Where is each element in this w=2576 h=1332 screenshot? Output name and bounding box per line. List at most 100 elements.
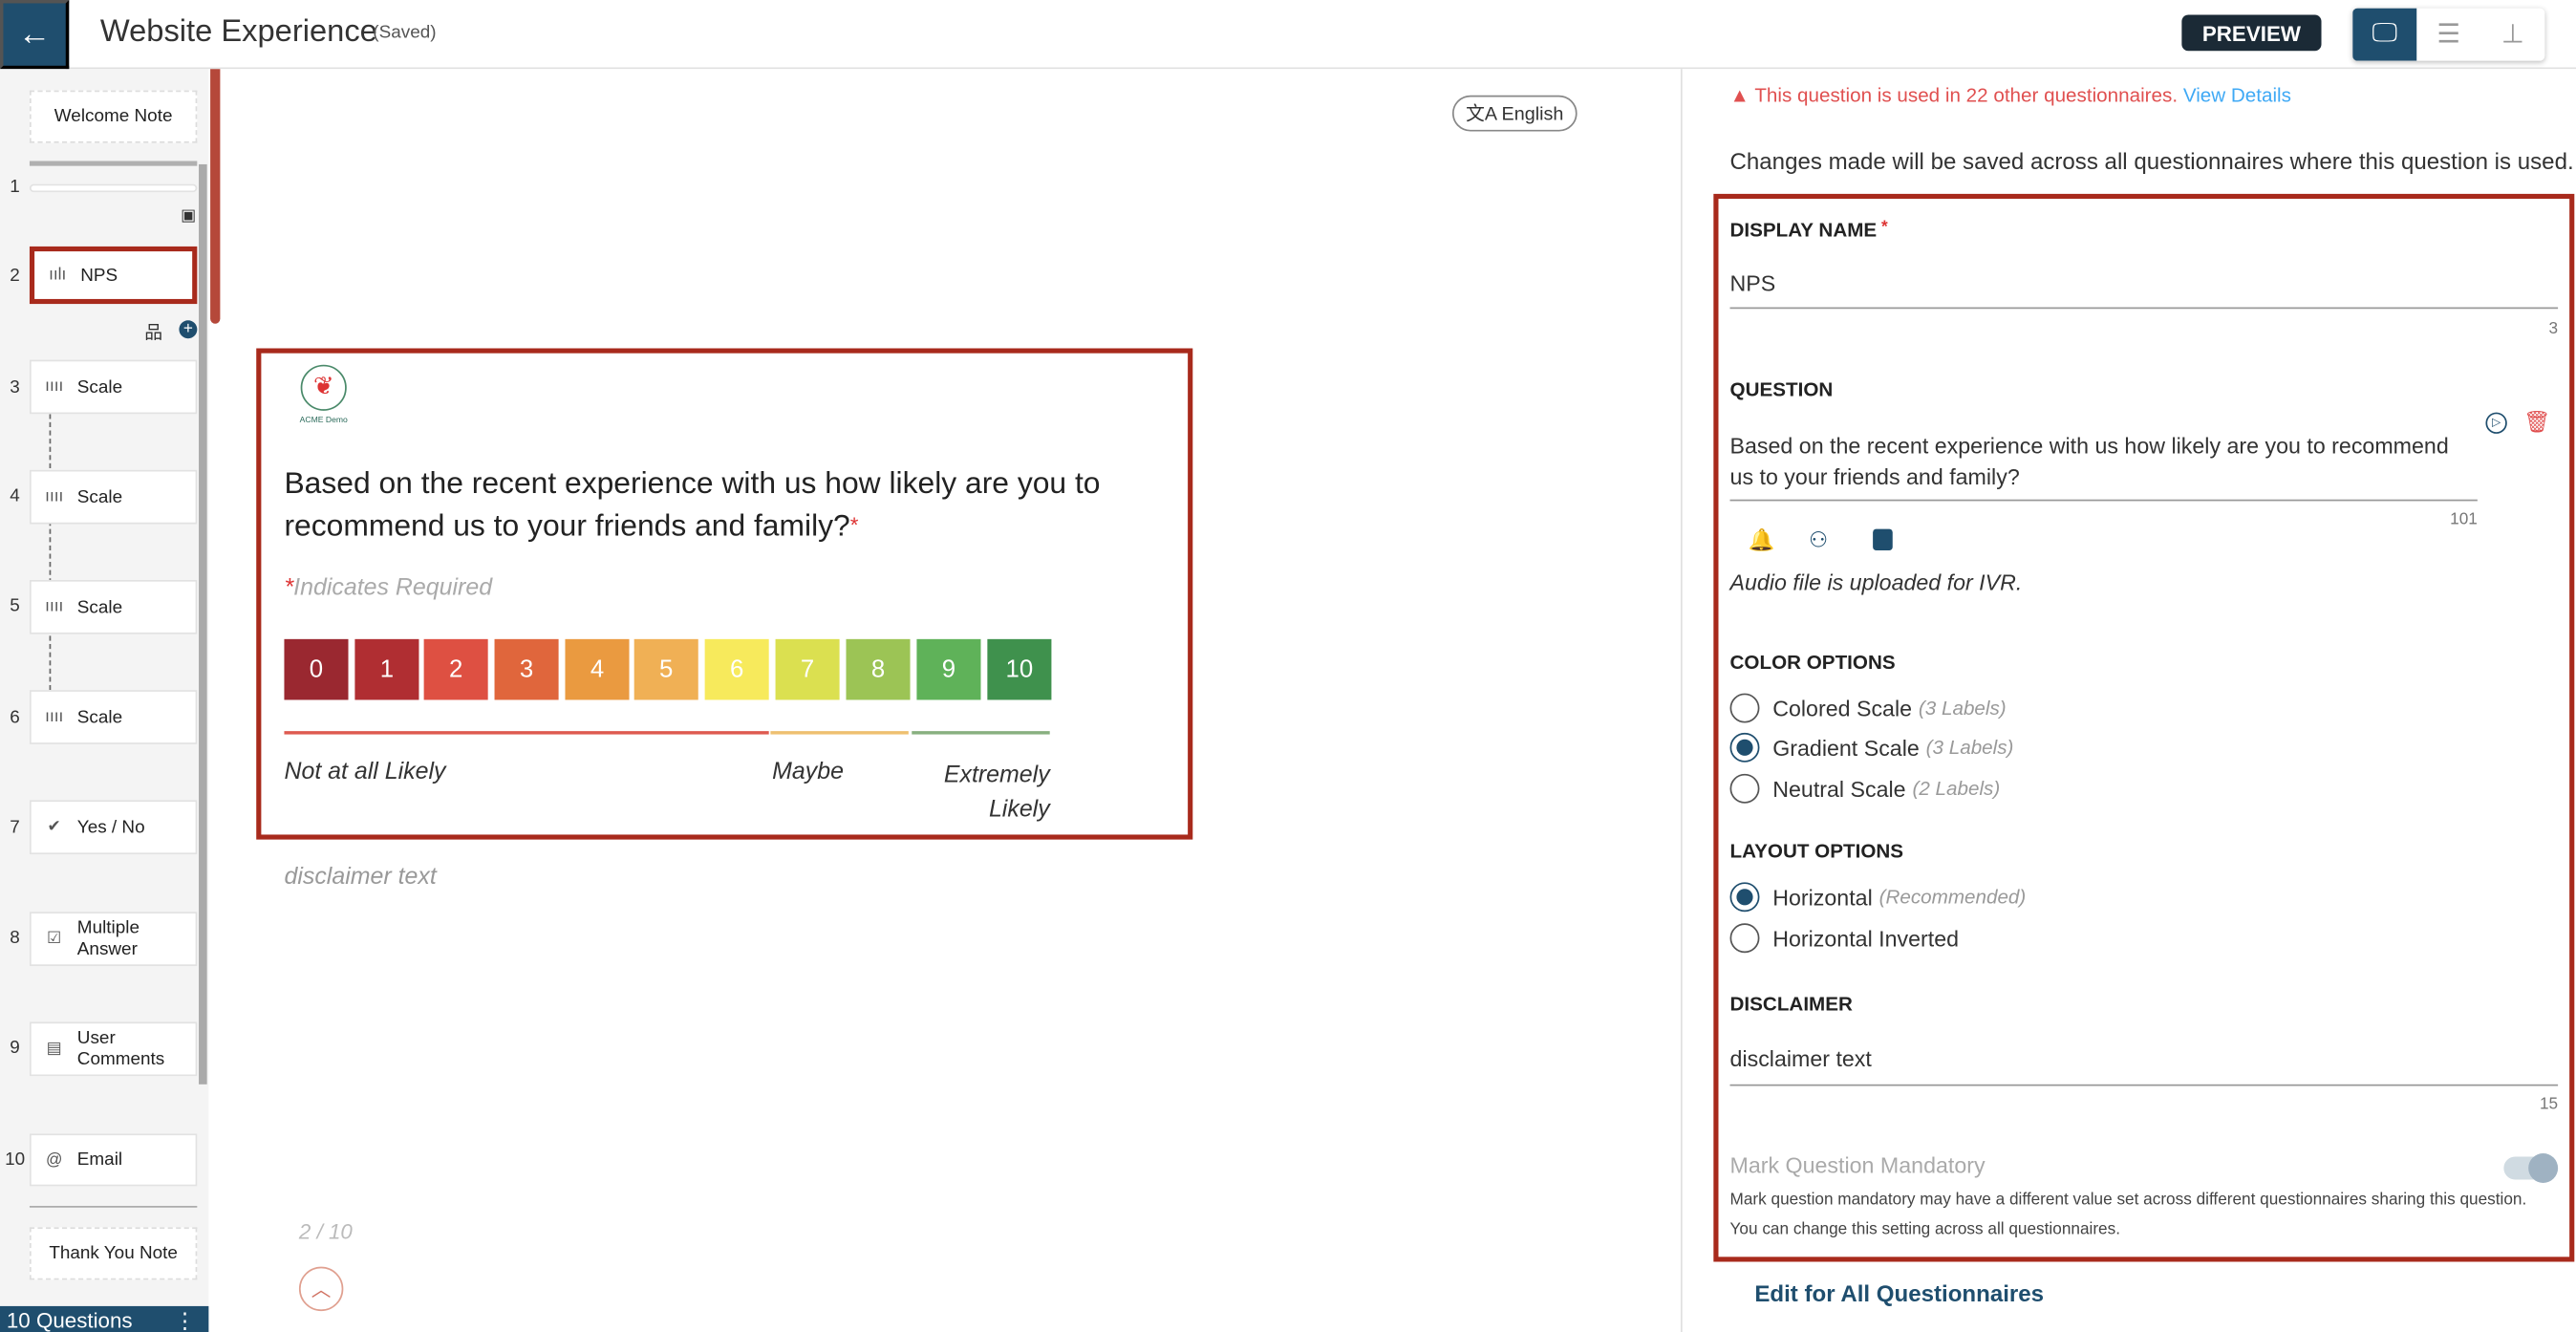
- language-label: English: [1501, 105, 1564, 125]
- scale-option-4[interactable]: 4: [565, 638, 630, 700]
- scale-option-9[interactable]: 9: [916, 638, 981, 700]
- scale-option-6[interactable]: 6: [704, 638, 769, 700]
- mandatory-note: You can change this setting across all q…: [1729, 1220, 2120, 1239]
- mid-label: Maybe: [772, 759, 844, 785]
- radio-colored-scale[interactable]: Colored Scale (3 Labels): [1729, 693, 2007, 723]
- back-button[interactable]: ←: [0, 0, 70, 70]
- branch-icon[interactable]: 品: [144, 319, 162, 346]
- sidebar-scrollbar[interactable]: [199, 163, 207, 1085]
- sidebar-item-scale[interactable]: ıııı Scale: [29, 579, 198, 634]
- scale-option-5[interactable]: 5: [633, 638, 698, 700]
- scale-icon: ıııı: [45, 377, 64, 397]
- mandatory-toggle[interactable]: [2503, 1153, 2559, 1183]
- page-indicator: 2 / 10: [298, 1218, 353, 1244]
- page-title: Website Experience: [99, 14, 377, 50]
- disclaimer-text: disclaimer text: [284, 864, 437, 891]
- scale-option-10[interactable]: 10: [987, 638, 1052, 700]
- radio-icon: [1729, 693, 1760, 723]
- edit-all-questionnaires-button[interactable]: Edit for All Questionnaires: [1754, 1279, 2044, 1306]
- input-underline: [1729, 307, 2559, 310]
- item-label: Scale: [76, 376, 123, 397]
- radio-neutral-scale[interactable]: Neutral Scale (2 Labels): [1729, 773, 2000, 804]
- low-label: Not at all Likely: [284, 759, 446, 785]
- radio-horizontal[interactable]: Horizontal (Recommended): [1729, 882, 2026, 913]
- save-status: (Saved): [373, 23, 437, 43]
- char-count: 3: [2548, 320, 2559, 339]
- item-number: 8: [10, 928, 20, 949]
- view-details-link[interactable]: View Details: [2183, 84, 2291, 107]
- scale-option-1[interactable]: 1: [354, 638, 419, 700]
- mid-range-line: [770, 731, 909, 735]
- sidebar-item-scale[interactable]: ıııı Scale: [29, 469, 198, 525]
- check-badge-icon: ✔: [47, 818, 61, 837]
- language-button[interactable]: 文A English: [1451, 95, 1578, 132]
- play-audio-icon[interactable]: ▷: [2485, 412, 2507, 434]
- mandatory-label: Mark Question Mandatory: [1729, 1153, 1986, 1178]
- audio-note: Audio file is uploaded for IVR.: [1729, 569, 2023, 595]
- list-icon[interactable]: ☰: [2416, 9, 2480, 61]
- disclaimer-input[interactable]: disclaimer text: [1730, 1046, 2559, 1071]
- layout-options-label: LAYOUT OPTIONS: [1729, 839, 1904, 863]
- logo-text: ACME Demo: [299, 416, 348, 426]
- trash-icon[interactable]: 🗑: [2523, 409, 2550, 436]
- sidebar-item-scale[interactable]: ıııı Scale: [29, 690, 198, 744]
- canvas-scrollbar[interactable]: [210, 69, 221, 324]
- arrow-left-icon: ←: [17, 15, 52, 53]
- sidebar-item-email[interactable]: @ Email: [29, 1133, 198, 1187]
- input-underline: [1729, 1084, 2559, 1086]
- sidebar-item-yes-no[interactable]: ✔ Yes / No: [29, 800, 198, 855]
- more-icon[interactable]: ⋮: [174, 1306, 195, 1332]
- scale-option-7[interactable]: 7: [775, 638, 840, 700]
- sidebar-item-scale[interactable]: ıııı Scale: [29, 359, 198, 415]
- bell-icon[interactable]: 🔔: [1748, 527, 1774, 554]
- divider: [29, 161, 198, 166]
- item-label: Multiple Answer: [76, 917, 140, 959]
- disclaimer-label: DISCLAIMER: [1729, 992, 1853, 1016]
- item-number: 10: [5, 1149, 26, 1171]
- scale-option-8[interactable]: 8: [846, 638, 911, 700]
- welcome-note[interactable]: Welcome Note: [29, 90, 198, 143]
- display-name-input[interactable]: NPS: [1730, 271, 2559, 296]
- item-number: 9: [10, 1038, 20, 1059]
- item-number: 1: [10, 177, 20, 198]
- usage-warning: ▲ This question is used in 22 other ques…: [1729, 83, 2291, 107]
- audience-icon[interactable]: ⚇: [1809, 527, 1828, 554]
- sidebar-item-1[interactable]: [29, 183, 198, 193]
- item-label: NPS: [80, 265, 118, 286]
- sidebar-item-user-comments[interactable]: ▤ User Comments: [29, 1021, 198, 1077]
- low-range-line: [284, 731, 769, 735]
- input-underline: [1729, 499, 2478, 502]
- nps-icon: ıılı: [49, 266, 67, 285]
- preview-button[interactable]: PREVIEW: [2181, 14, 2322, 52]
- question-count-footer[interactable]: 10 Questions ⋮: [0, 1305, 209, 1332]
- radio-horizontal-inverted[interactable]: Horizontal Inverted: [1729, 923, 1959, 954]
- scale-icon: ıııı: [45, 597, 64, 616]
- item-number: 5: [10, 596, 20, 616]
- scale-option-0[interactable]: 0: [284, 638, 349, 700]
- radio-icon: [1729, 773, 1760, 804]
- question-input[interactable]: Based on the recent experience with us h…: [1730, 430, 2478, 492]
- question-label: QUESTION: [1729, 377, 1834, 401]
- sidebar-item-multiple-answer[interactable]: ☑ Multiple Answer: [29, 912, 198, 967]
- item-label: Scale: [76, 486, 123, 507]
- item-label: Scale: [76, 707, 123, 727]
- item-number: 7: [10, 818, 20, 838]
- scale-option-2[interactable]: 2: [423, 638, 488, 700]
- scale-option-3[interactable]: 3: [494, 638, 559, 700]
- hierarchy-icon[interactable]: ⊥: [2480, 9, 2544, 61]
- question-text: Based on the recent experience with us h…: [284, 464, 1101, 543]
- radio-gradient-scale[interactable]: Gradient Scale (3 Labels): [1729, 732, 2013, 763]
- color-options-label: COLOR OPTIONS: [1729, 650, 1896, 674]
- notes-icon[interactable]: [1873, 528, 1893, 550]
- scale-icon: ıııı: [45, 708, 64, 726]
- translate-icon: 文A: [1466, 105, 1502, 125]
- chevron-up-icon: ︿: [311, 1278, 332, 1301]
- add-icon[interactable]: +: [179, 320, 198, 339]
- page-icon: ▣: [181, 206, 197, 226]
- desktop-icon[interactable]: 🖵: [2352, 8, 2417, 61]
- toggle-knob: [2528, 1153, 2559, 1183]
- thank-you-note[interactable]: Thank You Note: [29, 1227, 198, 1280]
- sidebar-item-nps[interactable]: ıılı NPS: [29, 246, 198, 305]
- scroll-up-button[interactable]: ︿: [298, 1266, 344, 1312]
- required-note: *Indicates Required: [284, 574, 493, 602]
